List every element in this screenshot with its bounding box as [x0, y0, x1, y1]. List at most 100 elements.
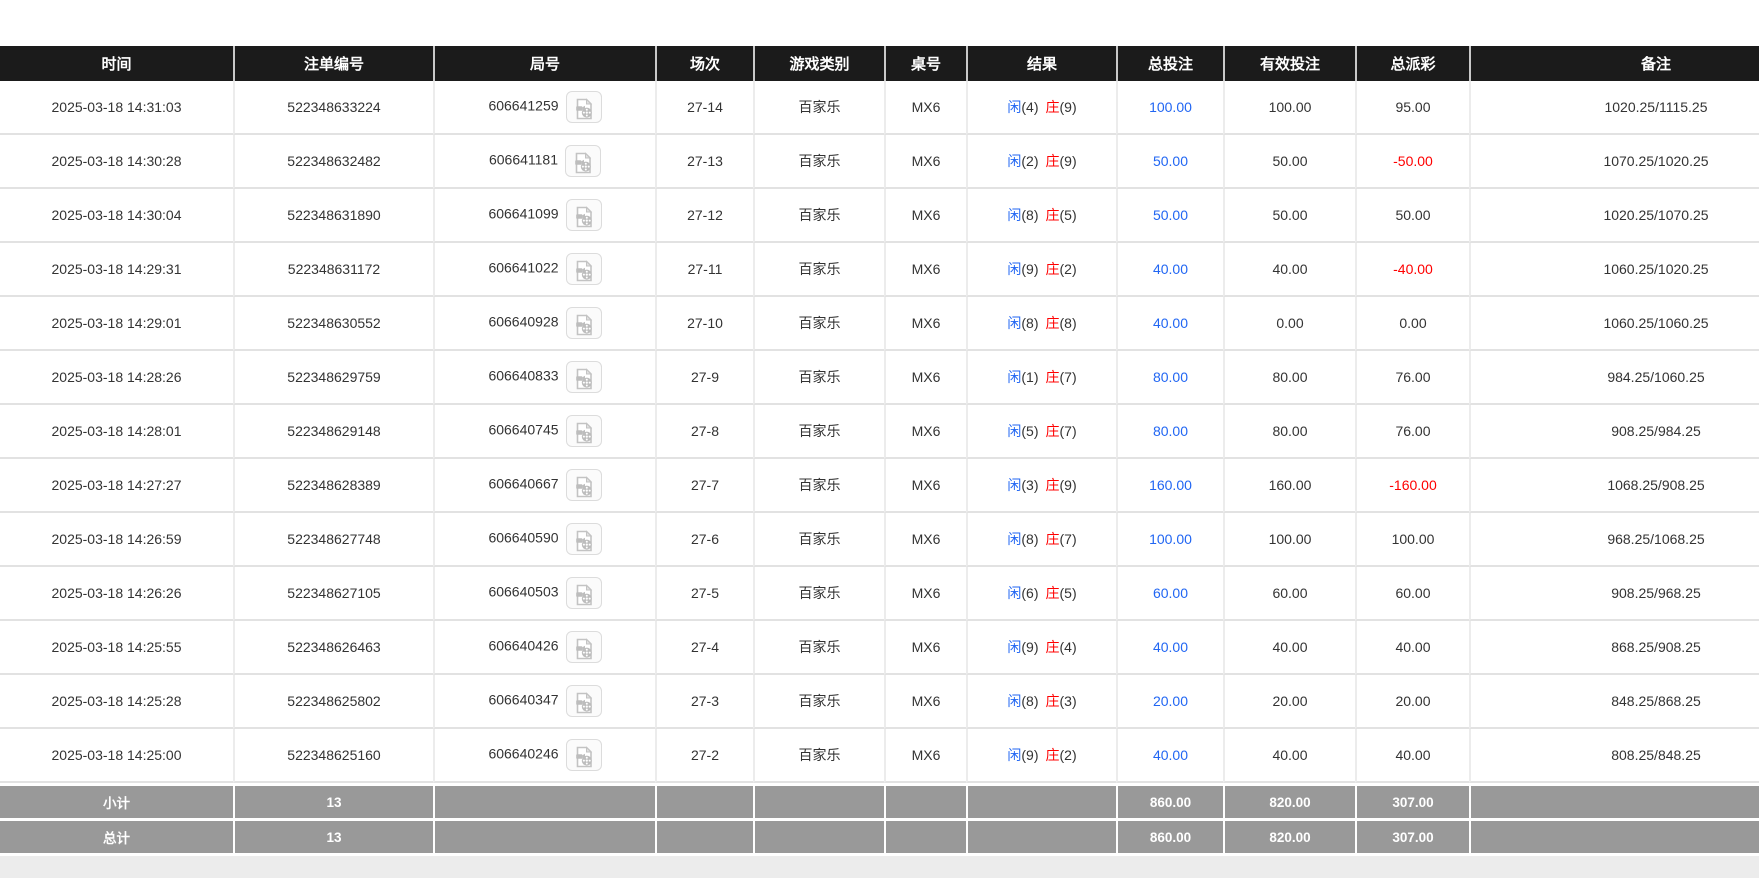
cell-valid-bet: 40.00 [1223, 621, 1355, 675]
subtotal-table-no [884, 783, 966, 818]
result-player-score: (8) [1021, 531, 1038, 547]
col-header-payout: 总派彩 [1355, 46, 1469, 81]
video-replay-button[interactable] [565, 145, 601, 177]
col-header-round-id: 局号 [433, 46, 655, 81]
result-player-label: 闲 [1007, 693, 1021, 709]
cell-result: 闲(9)庄(2) [966, 243, 1116, 297]
video-replay-icon [573, 206, 595, 228]
cell-round-id: 606640426 [433, 621, 655, 675]
video-replay-icon [573, 530, 595, 552]
cell-total-bet: 100.00 [1116, 81, 1223, 135]
result-banker-label: 庄 [1046, 99, 1060, 115]
table-row: 2025-03-18 14:26:59 522348627748 6066405… [0, 513, 1759, 567]
cell-result: 闲(8)庄(8) [966, 297, 1116, 351]
result-banker-label: 庄 [1046, 207, 1060, 223]
cell-payout: 95.00 [1355, 81, 1469, 135]
cell-valid-bet: 50.00 [1223, 189, 1355, 243]
video-replay-button[interactable] [566, 739, 602, 771]
table-row: 2025-03-18 14:30:04 522348631890 6066410… [0, 189, 1759, 243]
result-banker-score: (3) [1060, 693, 1077, 709]
cell-session: 27-14 [655, 81, 753, 135]
cell-total-bet: 50.00 [1116, 189, 1223, 243]
result-banker-label: 庄 [1046, 531, 1060, 547]
video-replay-button[interactable] [566, 523, 602, 555]
video-replay-button[interactable] [566, 631, 602, 663]
video-replay-button[interactable] [566, 415, 602, 447]
cell-bet-id: 522348627105 [233, 567, 433, 621]
cell-session: 27-7 [655, 459, 753, 513]
cell-time: 2025-03-18 14:29:31 [0, 243, 233, 297]
cell-table-no: MX6 [884, 405, 966, 459]
cell-round-id: 606640833 [433, 351, 655, 405]
video-replay-button[interactable] [566, 577, 602, 609]
cell-total-bet: 100.00 [1116, 513, 1223, 567]
cell-session: 27-3 [655, 675, 753, 729]
cell-session: 27-5 [655, 567, 753, 621]
cell-table-no: MX6 [884, 243, 966, 297]
table-row: 2025-03-18 14:28:26 522348629759 6066408… [0, 351, 1759, 405]
cell-remark: 1070.25/1020.25 [1469, 135, 1759, 189]
result-player-label: 闲 [1007, 477, 1021, 493]
result-banker-label: 庄 [1046, 693, 1060, 709]
col-header-result: 结果 [966, 46, 1116, 81]
cell-bet-id: 522348632482 [233, 135, 433, 189]
result-banker-label: 庄 [1046, 747, 1060, 763]
grand-total-result [966, 818, 1116, 853]
result-banker-label: 庄 [1046, 261, 1060, 277]
cell-total-bet: 40.00 [1116, 243, 1223, 297]
cell-valid-bet: 100.00 [1223, 81, 1355, 135]
result-banker-label: 庄 [1046, 153, 1060, 169]
result-player-label: 闲 [1007, 747, 1021, 763]
result-banker-score: (4) [1060, 639, 1077, 655]
video-replay-button[interactable] [566, 307, 602, 339]
cell-game-type: 百家乐 [753, 297, 884, 351]
col-header-time: 时间 [0, 46, 233, 81]
cell-bet-id: 522348626463 [233, 621, 433, 675]
cell-result: 闲(2)庄(9) [966, 135, 1116, 189]
video-replay-icon [573, 584, 595, 606]
result-player-score: (3) [1021, 477, 1038, 493]
result-player-label: 闲 [1007, 207, 1021, 223]
video-replay-button[interactable] [566, 253, 602, 285]
cell-valid-bet: 0.00 [1223, 297, 1355, 351]
grand-total-game-type [753, 818, 884, 853]
cell-time: 2025-03-18 14:28:26 [0, 351, 233, 405]
subtotal-session [655, 783, 753, 818]
cell-valid-bet: 60.00 [1223, 567, 1355, 621]
header-row: 时间 注单编号 局号 场次 游戏类别 桌号 结果 总投注 有效投注 总派彩 备注 [0, 46, 1759, 81]
cell-round-id: 606641259 [433, 81, 655, 135]
cell-valid-bet: 80.00 [1223, 405, 1355, 459]
result-player-score: (1) [1021, 369, 1038, 385]
cell-session: 27-12 [655, 189, 753, 243]
cell-game-type: 百家乐 [753, 189, 884, 243]
cell-valid-bet: 40.00 [1223, 243, 1355, 297]
video-replay-button[interactable] [566, 685, 602, 717]
col-header-session: 场次 [655, 46, 753, 81]
round-id-text: 606641181 [489, 152, 558, 168]
video-replay-button[interactable] [566, 91, 602, 123]
video-replay-button[interactable] [566, 361, 602, 393]
result-banker-score: (5) [1060, 207, 1077, 223]
video-replay-button[interactable] [566, 199, 602, 231]
grand-total-remark [1469, 818, 1759, 853]
round-id-text: 606640667 [488, 476, 558, 492]
cell-game-type: 百家乐 [753, 351, 884, 405]
result-banker-label: 庄 [1046, 369, 1060, 385]
cell-payout: 0.00 [1355, 297, 1469, 351]
result-banker-score: (2) [1060, 261, 1077, 277]
cell-valid-bet: 80.00 [1223, 351, 1355, 405]
result-player-label: 闲 [1007, 585, 1021, 601]
cell-remark: 848.25/868.25 [1469, 675, 1759, 729]
cell-session: 27-2 [655, 729, 753, 783]
subtotal-payout: 307.00 [1355, 783, 1469, 818]
video-replay-icon [573, 746, 595, 768]
result-player-score: (9) [1021, 747, 1038, 763]
video-replay-button[interactable] [566, 469, 602, 501]
cell-session: 27-8 [655, 405, 753, 459]
grand-total-table-no [884, 818, 966, 853]
cell-remark: 1068.25/908.25 [1469, 459, 1759, 513]
round-id-text: 606640347 [488, 692, 558, 708]
cell-time: 2025-03-18 14:28:01 [0, 405, 233, 459]
cell-game-type: 百家乐 [753, 675, 884, 729]
cell-bet-id: 522348633224 [233, 81, 433, 135]
